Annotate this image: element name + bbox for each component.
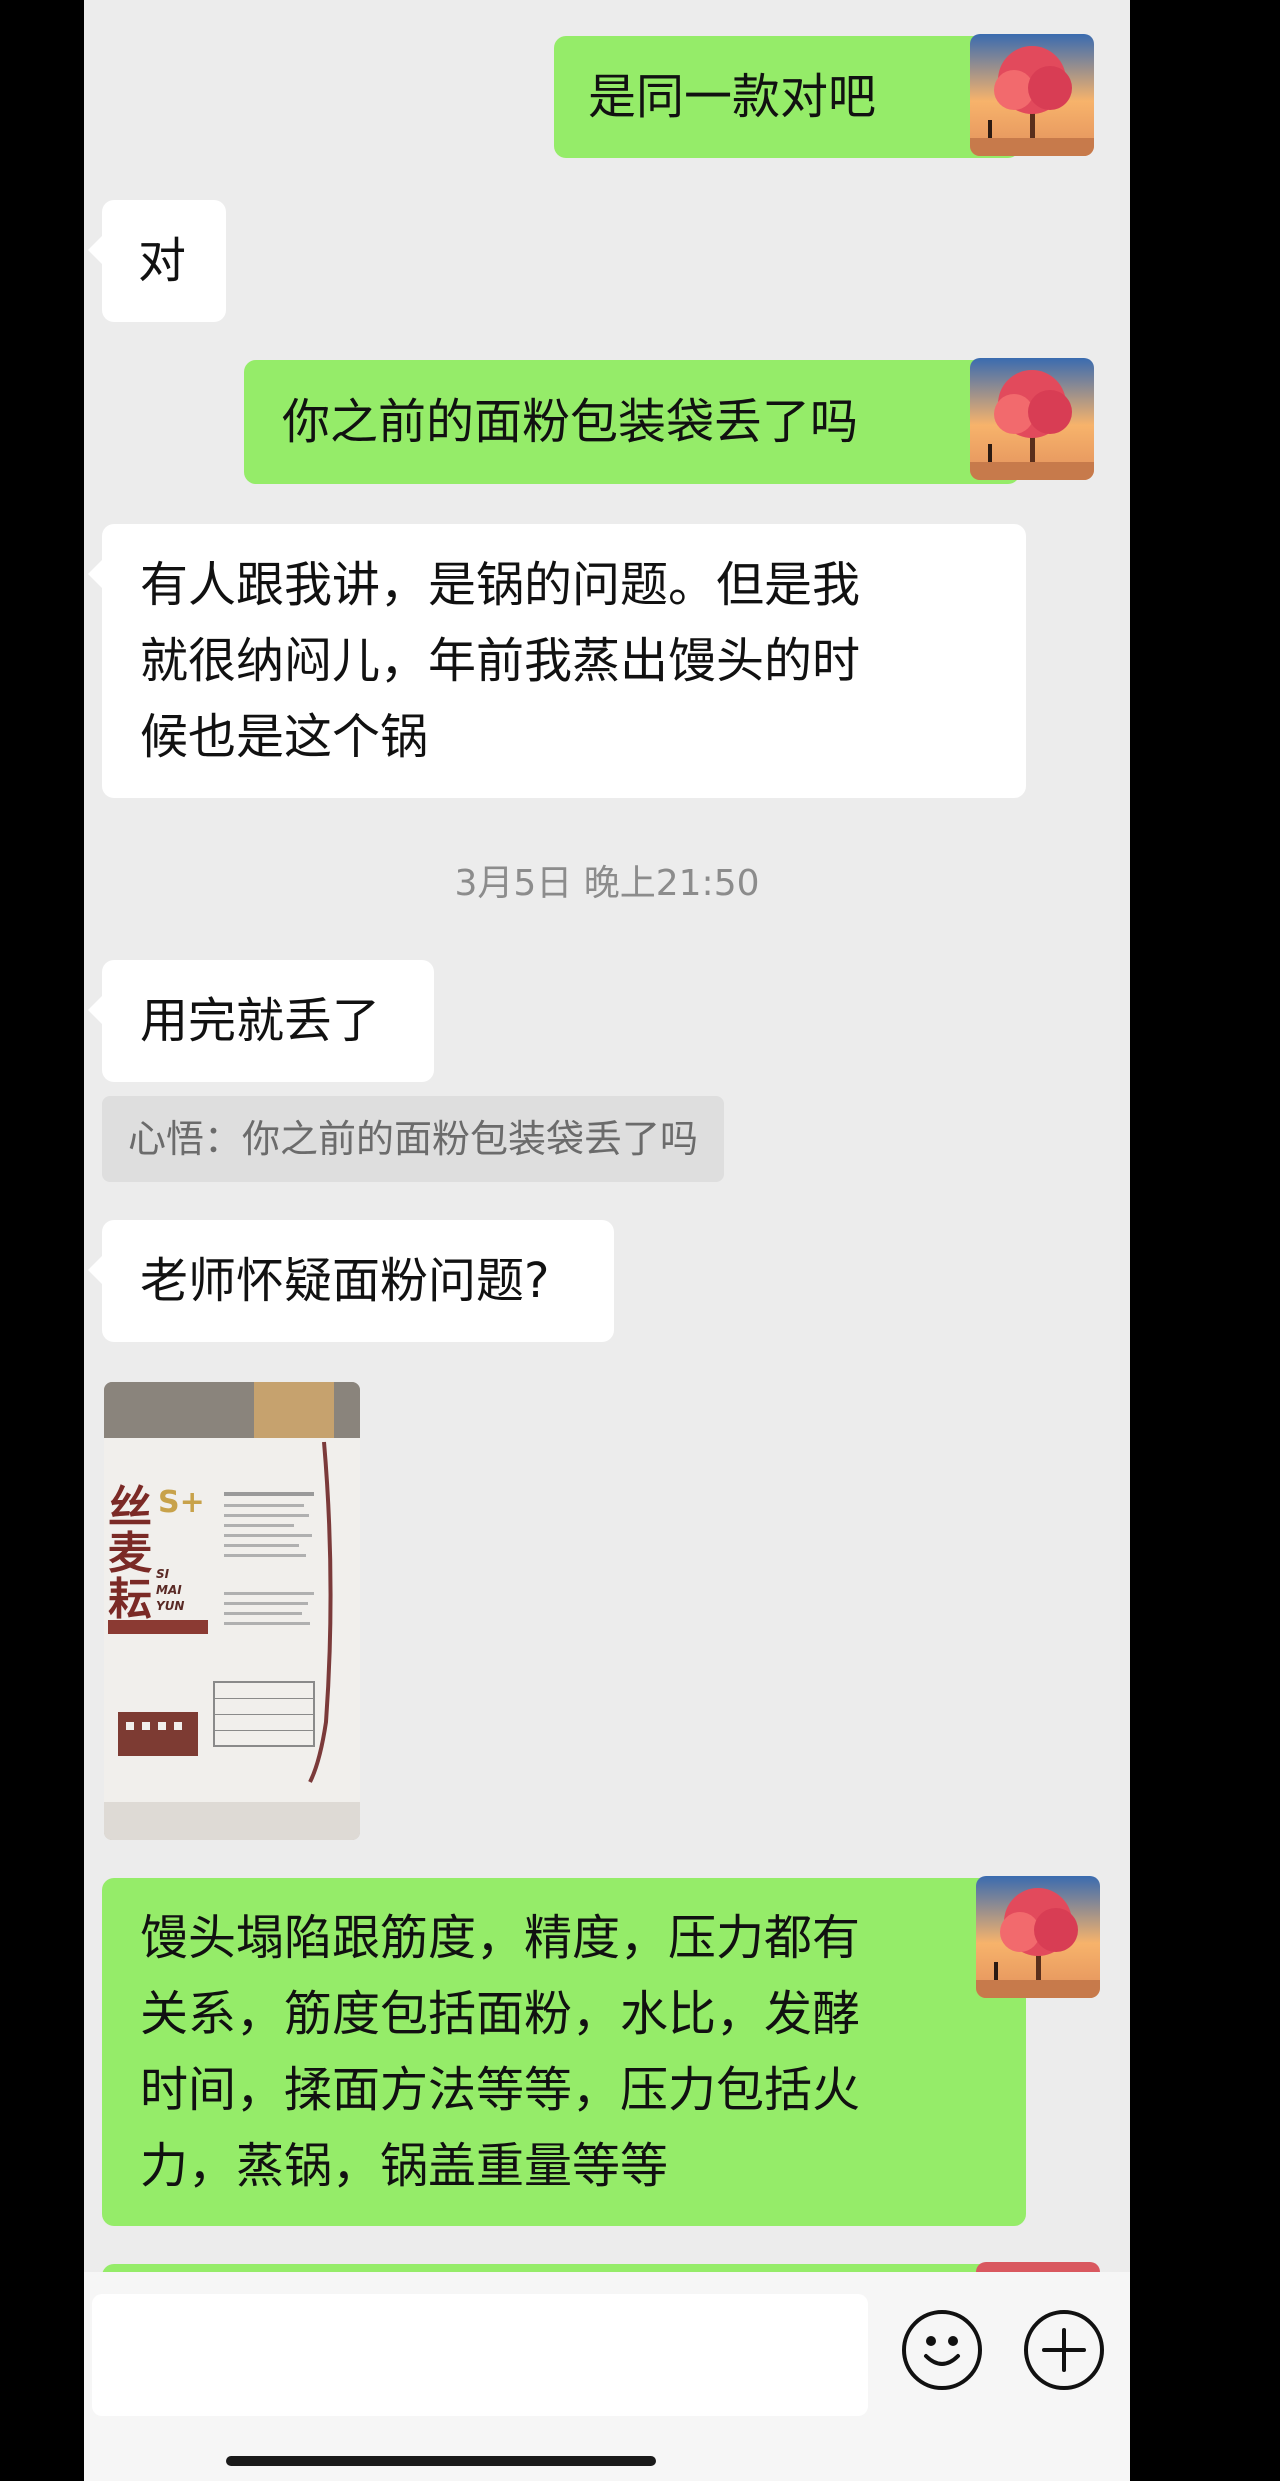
message-incoming[interactable]: 有人跟我讲，是锅的问题。但是我 就很纳闷儿，年前我蒸出馒头的时 候也是这个锅 <box>88 524 1026 798</box>
home-indicator[interactable] <box>226 2456 656 2466</box>
message-line: 就很纳闷儿，年前我蒸出馒头的时 <box>140 633 861 689</box>
svg-text:YUN: YUN <box>156 1599 184 1613</box>
message-incoming[interactable]: 对 <box>88 200 226 322</box>
message-line: 关系，筋度包括面粉，水比，发酵 <box>140 1986 861 2042</box>
message-text: 老师怀疑面粉问题? <box>140 1253 550 1309</box>
message-line: 力，蒸锅，锅盖重量等等 <box>140 2138 669 2194</box>
message-text: 用完就丢了 <box>140 993 381 1049</box>
svg-text:S+: S+ <box>158 1485 205 1520</box>
svg-text:丝: 丝 <box>108 1482 152 1533</box>
input-bar <box>84 2272 1130 2481</box>
flour-bag-photo: 丝 麦 耘 S+ SI MAI YUN <box>104 1382 360 1840</box>
message-outgoing[interactable]: 馒头塌陷跟筋度，精度，压力都有 关系，筋度包括面粉，水比，发酵 时间，揉面方法等… <box>102 1878 1040 2226</box>
tree-avatar-image <box>970 358 1094 480</box>
svg-text:耘: 耘 <box>108 1574 152 1625</box>
message-text: 你之前的面粉包装袋丢了吗 <box>282 394 859 450</box>
more-button[interactable] <box>1024 2310 1104 2390</box>
timestamp: 3月5日 晚上21:50 <box>454 863 760 904</box>
svg-text:MAI: MAI <box>156 1583 182 1597</box>
quoted-message[interactable]: 心悟：你之前的面粉包装袋丢了吗 <box>102 1096 725 1182</box>
svg-text:麦: 麦 <box>108 1528 152 1579</box>
emoji-button[interactable] <box>902 2310 982 2390</box>
message-outgoing[interactable]: 是同一款对吧 <box>554 36 1034 158</box>
message-line: 有人跟我讲，是锅的问题。但是我 <box>140 557 861 613</box>
message-outgoing[interactable]: 你之前的面粉包装袋丢了吗 <box>244 360 1034 484</box>
message-line: 候也是这个锅 <box>140 709 429 765</box>
avatar[interactable] <box>976 1876 1100 1998</box>
avatar[interactable] <box>970 358 1094 480</box>
tree-avatar-image <box>976 1876 1100 1998</box>
message-incoming[interactable]: 老师怀疑面粉问题? <box>88 1220 614 1342</box>
avatar[interactable] <box>970 34 1094 156</box>
message-text: 是同一款对吧 <box>588 69 877 125</box>
svg-text:SI: SI <box>156 1567 170 1581</box>
message-input[interactable] <box>92 2294 868 2416</box>
image-message[interactable]: 丝 麦 耘 S+ SI MAI YUN <box>104 1382 360 1840</box>
message-line: 馒头塌陷跟筋度，精度，压力都有 <box>140 1910 861 1966</box>
message-incoming[interactable]: 用完就丢了 <box>88 960 434 1082</box>
plus-icon <box>1042 2328 1086 2372</box>
message-text: 对 <box>138 233 187 289</box>
smiley-icon <box>924 2336 960 2366</box>
tree-avatar-image <box>970 34 1094 156</box>
chat-screen: 是同一款对吧 对 你之前的面粉包装袋丢了吗 有人跟我讲，是锅的问题。但是我 就很… <box>84 0 1130 2481</box>
message-line: 时间，揉面方法等等，压力包括火 <box>140 2062 861 2118</box>
